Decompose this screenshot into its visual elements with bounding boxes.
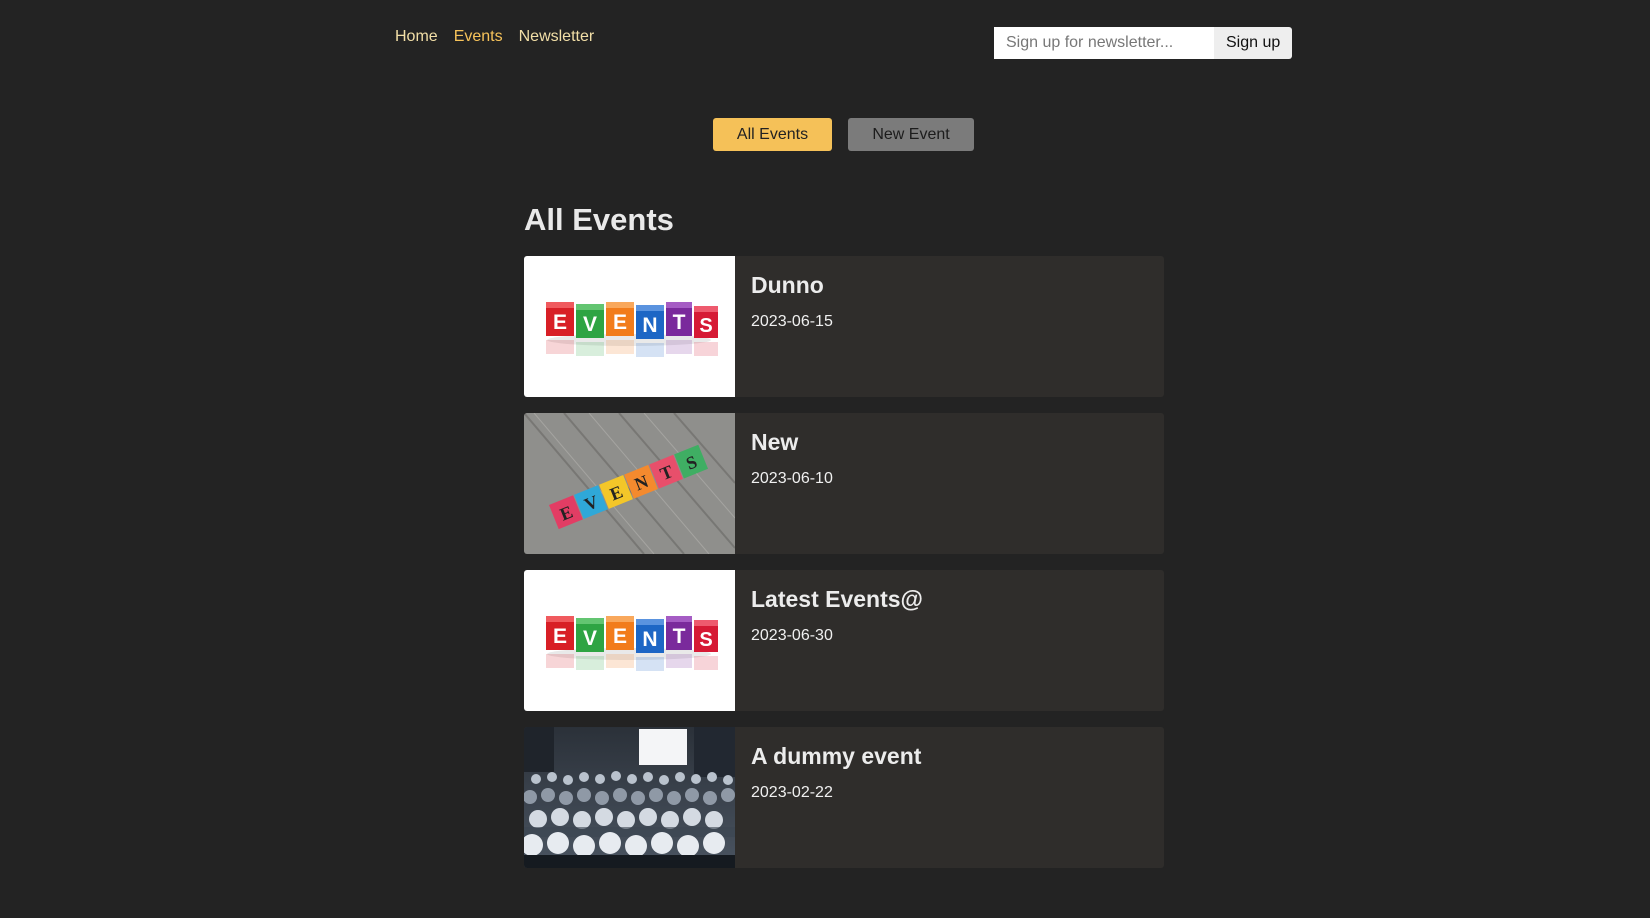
page-title: All Events (524, 202, 674, 237)
events-list: E V E N T S Dunno 2023-06-15 E V E N T S… (524, 256, 1164, 884)
event-list-item[interactable]: A dummy event 2023-02-22 (524, 727, 1164, 868)
event-list-item[interactable]: E V E N T S New 2023-06-10 (524, 413, 1164, 554)
svg-text:S: S (699, 629, 712, 651)
newsletter-signup-button[interactable]: Sign up (1214, 27, 1293, 59)
newsletter-signup-form: Sign up (994, 27, 1293, 59)
event-date: 2023-02-22 (751, 784, 833, 801)
svg-text:N: N (642, 314, 657, 337)
events-navigation: All Events New Event (713, 118, 974, 151)
svg-text:T: T (673, 311, 686, 334)
site-header: Home Events Newsletter Sign up (0, 0, 1650, 80)
events-cubes-image: E V E N T S (524, 570, 735, 711)
event-title: New (751, 429, 799, 455)
event-info: New 2023-06-10 (735, 413, 849, 554)
event-image: E V E N T S (524, 413, 735, 554)
events-cubes-image: E V E N T S (524, 256, 735, 397)
svg-text:S: S (699, 315, 712, 337)
event-list-item[interactable]: E V E N T S (524, 570, 1164, 711)
svg-text:E: E (613, 625, 627, 648)
event-date: 2023-06-10 (751, 470, 833, 487)
event-info: Dunno 2023-06-15 (735, 256, 849, 397)
event-date: 2023-06-15 (751, 313, 833, 330)
event-image: E V E N T S (524, 570, 735, 711)
event-list-item[interactable]: E V E N T S (524, 256, 1164, 397)
nav-events-link[interactable]: Events (454, 28, 503, 46)
event-info: A dummy event 2023-02-22 (735, 727, 937, 868)
svg-text:E: E (553, 625, 567, 648)
event-image: E V E N T S (524, 256, 735, 397)
new-event-button[interactable]: New Event (848, 118, 974, 151)
all-events-button[interactable]: All Events (713, 118, 832, 151)
event-date: 2023-06-30 (751, 627, 833, 644)
svg-text:V: V (583, 627, 597, 650)
svg-text:E: E (553, 311, 567, 334)
audience-photo-image (524, 727, 735, 868)
event-title: Latest Events@ (751, 586, 923, 612)
nav-newsletter-link[interactable]: Newsletter (519, 28, 595, 46)
event-title: Dunno (751, 272, 824, 298)
event-title: A dummy event (751, 743, 922, 769)
svg-text:V: V (583, 313, 597, 336)
svg-text:T: T (673, 625, 686, 648)
nav-home-link[interactable]: Home (395, 28, 438, 46)
svg-text:E: E (613, 311, 627, 334)
events-cubes-wood-image: E V E N T S (524, 413, 735, 554)
main-navigation: Home Events Newsletter (395, 28, 594, 46)
event-info: Latest Events@ 2023-06-30 (735, 570, 939, 711)
event-image (524, 727, 735, 868)
svg-text:N: N (642, 628, 657, 651)
newsletter-email-input[interactable] (994, 27, 1214, 59)
